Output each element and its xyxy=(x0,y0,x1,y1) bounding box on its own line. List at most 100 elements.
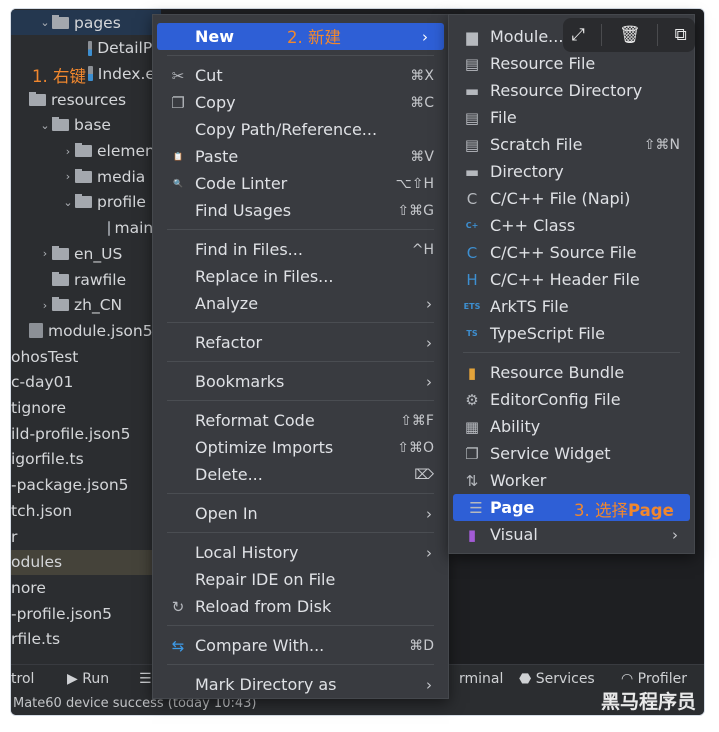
tool-services[interactable]: ⬣ Services xyxy=(519,671,595,687)
menu-item-code-linter[interactable]: 🔍 Code Linter ⌥⇧H xyxy=(153,170,448,197)
tree-item[interactable]: ild-profile.json5 xyxy=(11,421,161,446)
menu-item-resource-bundle[interactable]: ▮ Resource Bundle xyxy=(449,359,694,386)
tree-item[interactable]: rawfile xyxy=(11,267,161,292)
chevron-icon[interactable]: ⌄ xyxy=(38,119,52,132)
chevron-right-icon: › xyxy=(426,294,432,313)
menu-item-label: EditorConfig File xyxy=(490,390,621,409)
tool-profiler[interactable]: ◠ Profiler xyxy=(621,671,687,687)
tree-item[interactable]: tignore xyxy=(11,396,161,421)
image-toolbar: ⤢ 🗑 ⧉ xyxy=(563,18,695,52)
menu-item-directory[interactable]: ▬ Directory xyxy=(449,158,694,185)
menu-item-scratch-file[interactable]: ▤ Scratch File ⇧⌘N xyxy=(449,131,694,158)
tree-item[interactable]: module.json5 xyxy=(11,318,161,343)
menu-item-compare-with[interactable]: ⇆ Compare With... ⌘D xyxy=(153,632,448,659)
tree-item[interactable]: -profile.json5 xyxy=(11,601,161,626)
menu-item-mark-directory-as[interactable]: Mark Directory as › xyxy=(153,671,448,698)
tree-item[interactable]: ⌄ profile xyxy=(11,190,161,215)
menu-item-resource-file[interactable]: ▤ Resource File xyxy=(449,50,694,77)
menu-item-replace-in-files[interactable]: Replace in Files... xyxy=(153,263,448,290)
menu-item-c-c-file-napi[interactable]: C C/C++ File (Napi) xyxy=(449,185,694,212)
tree-item[interactable]: › element xyxy=(11,139,161,164)
menu-item-local-history[interactable]: Local History › xyxy=(153,539,448,566)
menu-item-worker[interactable]: ⇅ Worker xyxy=(449,467,694,494)
tree-item[interactable]: ⌄ base xyxy=(11,113,161,138)
tree-item[interactable]: resources xyxy=(11,87,161,112)
json-file-icon xyxy=(29,323,43,339)
tree-item[interactable]: › zh_CN xyxy=(11,293,161,318)
chevron-right-icon: › xyxy=(426,543,432,562)
tool-run[interactable]: ▶ Run xyxy=(67,671,109,687)
tree-item[interactable]: tch.json xyxy=(11,498,161,523)
menu-item-delete[interactable]: Delete... ⌦ xyxy=(153,461,448,488)
menu-item-bookmarks[interactable]: Bookmarks › xyxy=(153,368,448,395)
menu-item-visual[interactable]: ▮ Visual › xyxy=(449,521,694,548)
tree-item[interactable]: igorfile.ts xyxy=(11,447,161,472)
chevron-icon[interactable]: › xyxy=(38,299,52,312)
menu-item-analyze[interactable]: Analyze › xyxy=(153,290,448,317)
menu-item-label: Open In xyxy=(195,504,258,523)
menu-item-editorconfig-file[interactable]: ⚙ EditorConfig File xyxy=(449,386,694,413)
menu-item-typescript-file[interactable]: TS TypeScript File xyxy=(449,320,694,347)
menu-item-service-widget[interactable]: ❐ Service Widget xyxy=(449,440,694,467)
tree-item[interactable]: c-day01 xyxy=(11,370,161,395)
folder-icon xyxy=(52,297,69,312)
list-icon[interactable]: ☰ xyxy=(139,671,152,687)
tree-item[interactable]: -package.json5 xyxy=(11,473,161,498)
menu-item-open-in[interactable]: Open In › xyxy=(153,500,448,527)
menu-item-paste[interactable]: 📋 Paste ⌘V xyxy=(153,143,448,170)
menu-item-copy[interactable]: ❐ Copy ⌘C xyxy=(153,89,448,116)
tool-terminal[interactable]: rminal xyxy=(459,671,503,687)
menu-item-cut[interactable]: ✂ Cut ⌘X xyxy=(153,62,448,89)
chevron-icon[interactable]: › xyxy=(38,247,52,260)
chevron-icon[interactable]: ⌄ xyxy=(61,196,75,209)
menu-item-reload-from-disk[interactable]: ↻ Reload from Disk xyxy=(153,593,448,620)
folder-icon xyxy=(52,117,69,132)
reload-icon: ↻ xyxy=(171,598,185,616)
trash-icon[interactable]: 🗑 xyxy=(619,25,641,45)
folder-icon xyxy=(75,143,92,157)
tree-item[interactable]: rfile.ts xyxy=(11,627,161,652)
tree-item-label: tch.json xyxy=(11,501,73,520)
list-icon: ☰ xyxy=(469,499,483,517)
menu-item-label: Module... xyxy=(490,27,564,46)
menu-item-ability[interactable]: ▦ Ability xyxy=(449,413,694,440)
menu-item-label: Service Widget xyxy=(490,444,611,463)
tree-item-label: c-day01 xyxy=(11,373,74,392)
chevron-icon[interactable]: › xyxy=(61,170,75,183)
tree-item[interactable]: DetailPa xyxy=(11,36,161,61)
menu-item-file[interactable]: ▤ File xyxy=(449,104,694,131)
menu-item-arkts-file[interactable]: ETS ArkTS File xyxy=(449,293,694,320)
folder-icon: ▬ xyxy=(464,163,480,181)
menu-item-refactor[interactable]: Refactor › xyxy=(153,329,448,356)
tree-item[interactable]: main_ xyxy=(11,216,161,241)
menu-separator xyxy=(167,361,434,362)
duplicate-icon[interactable]: ⧉ xyxy=(675,25,687,45)
menu-item-c-c-source-file[interactable]: C C/C++ Source File xyxy=(449,239,694,266)
menu-item-label: Visual xyxy=(490,525,538,544)
menu-item-optimize-imports[interactable]: Optimize Imports ⇧⌘O xyxy=(153,434,448,461)
resource-bundle-icon: ▮ xyxy=(467,364,477,382)
tree-item[interactable]: ⌄ pages xyxy=(11,10,161,35)
tree-item[interactable]: nore xyxy=(11,575,161,600)
tree-item[interactable]: odules xyxy=(11,549,161,575)
tree-item[interactable]: › media xyxy=(11,164,161,189)
chevron-icon[interactable]: ⌄ xyxy=(38,16,52,29)
chevron-icon[interactable]: › xyxy=(61,145,75,158)
tree-item[interactable]: ohosTest xyxy=(11,344,161,369)
menu-item-repair-ide-on-file[interactable]: Repair IDE on File xyxy=(153,566,448,593)
file-icon: ▤ xyxy=(464,109,480,127)
menu-item-resource-directory[interactable]: ▬ Resource Directory xyxy=(449,77,694,104)
expand-icon[interactable]: ⤢ xyxy=(571,25,585,45)
menu-item-c-class[interactable]: C+ C++ Class xyxy=(449,212,694,239)
tree-item[interactable]: › en_US xyxy=(11,241,161,266)
menu-item-reformat-code[interactable]: Reformat Code ⇧⌘F xyxy=(153,407,448,434)
menu-item-c-c-header-file[interactable]: H C/C++ Header File xyxy=(449,266,694,293)
menu-item-label: Optimize Imports xyxy=(195,438,334,457)
tool-control[interactable]: trol xyxy=(11,671,34,687)
menu-item-find-in-files[interactable]: Find in Files... ^H xyxy=(153,236,448,263)
menu-item-label: Ability xyxy=(490,417,541,436)
menu-separator xyxy=(167,55,434,56)
menu-item-copy-path-reference[interactable]: Copy Path/Reference... xyxy=(153,116,448,143)
tree-item[interactable]: r xyxy=(11,524,161,549)
menu-item-find-usages[interactable]: Find Usages ⇧⌘G xyxy=(153,197,448,224)
